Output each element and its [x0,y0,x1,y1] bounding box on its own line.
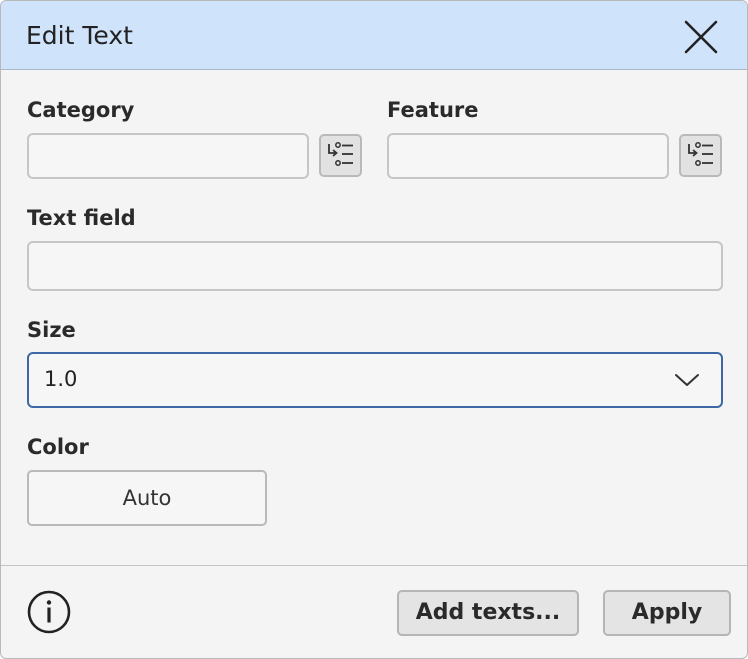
close-button[interactable] [683,19,719,55]
edit-text-dialog: Edit Text Category Feature Text field Si… [0,0,748,659]
category-picker-button[interactable] [319,134,362,177]
feature-picker-button[interactable] [679,134,722,177]
list-picker-icon [328,142,353,166]
category-input[interactable] [27,133,309,179]
list-picker-icon [688,142,713,166]
size-selected-value: 1.0 [44,367,78,391]
size-select[interactable]: 1.0 [27,352,723,408]
apply-button[interactable]: Apply [603,590,731,636]
size-label: Size [27,318,76,342]
dialog-header: Edit Text [1,1,747,70]
chevron-down-icon [675,374,699,386]
footer-divider [1,565,747,566]
feature-label: Feature [387,98,479,122]
color-label: Color [27,435,89,459]
category-label: Category [27,98,135,122]
add-texts-button[interactable]: Add texts... [397,590,579,636]
color-button[interactable]: Auto [27,470,267,526]
text-field-input[interactable] [27,241,723,291]
text-field-label: Text field [27,206,136,230]
info-icon [27,590,71,634]
info-button[interactable] [27,590,71,638]
dialog-title: Edit Text [26,21,133,50]
feature-input[interactable] [387,133,669,179]
close-icon [684,20,718,54]
